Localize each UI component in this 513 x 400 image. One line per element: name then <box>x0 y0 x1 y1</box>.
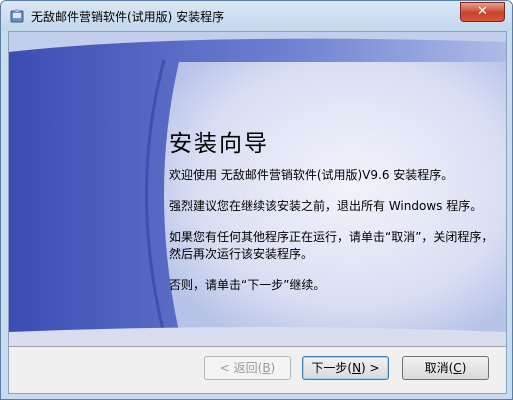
welcome-content: 安装向导 欢迎使用 无敌邮件营销软件(试用版)V9.6 安装程序。 强烈建议您在… <box>169 124 499 308</box>
close-icon: ✕ <box>477 4 488 19</box>
back-button[interactable]: < 返回(B) <box>204 356 291 380</box>
advice-text: 强烈建议您在继续该安装之前，退出所有 Windows 程序。 <box>169 199 483 213</box>
window-title: 无敌邮件营销软件(试用版) 安装程序 <box>31 10 225 24</box>
running-programs-text: 如果您有任何其他程序正在运行，请单击“取消”，关闭程序，然后再次运行该安装程序。 <box>169 230 494 261</box>
welcome-banner: 安装向导 欢迎使用 无敌邮件营销软件(试用版)V9.6 安装程序。 强烈建议您在… <box>9 32 506 346</box>
installer-window: 无敌邮件营销软件(试用版) 安装程序 ✕ 安装向导 欢迎使用 无敌邮件营销软件(… <box>0 0 513 400</box>
otherwise-text: 否则，请单击“下一步”继续。 <box>169 278 326 292</box>
close-button[interactable]: ✕ <box>460 2 505 22</box>
installer-app-icon <box>9 8 25 24</box>
button-bar: < 返回(B) 下一步(N) > 取消(C) <box>9 347 506 393</box>
next-button[interactable]: 下一步(N) > <box>302 356 389 380</box>
wizard-client-area: 安装向导 欢迎使用 无敌邮件营销软件(试用版)V9.6 安装程序。 强烈建议您在… <box>8 31 507 394</box>
title-bar[interactable]: 无敌邮件营销软件(试用版) 安装程序 ✕ <box>1 1 512 31</box>
welcome-text: 欢迎使用 无敌邮件营销软件(试用版)V9.6 安装程序。 <box>169 168 454 182</box>
cancel-button[interactable]: 取消(C) <box>402 356 489 380</box>
page-title: 安装向导 <box>169 131 269 157</box>
